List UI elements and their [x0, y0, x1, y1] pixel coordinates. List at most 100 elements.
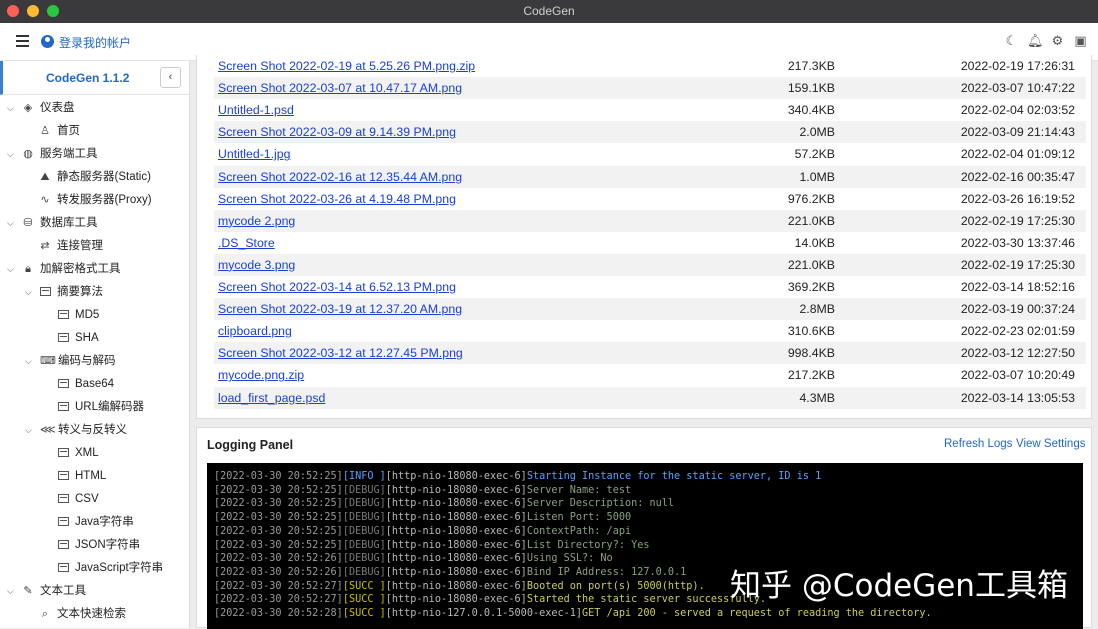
nav-label: 加解密格式工具: [40, 263, 121, 275]
panel-icon[interactable]: ▣: [1073, 33, 1088, 48]
nav-label: 连接管理: [57, 240, 103, 252]
file-link[interactable]: load_first_page.psd: [218, 387, 325, 409]
file-link[interactable]: .DS_Store: [218, 232, 275, 254]
log-time: [2022-03-30 20:52:26]: [214, 566, 343, 578]
file-size: 4.3MB: [799, 390, 835, 405]
nav-group-database-tools[interactable]: ⌵ ⛁ 数据库工具: [7, 214, 98, 232]
nav-label: 编码与解码: [58, 355, 116, 367]
file-link[interactable]: Untitled-1.jpg: [218, 143, 290, 165]
table-row: mycode.png.zip 217.2KB 2022-03-07 10:20:49: [214, 364, 1086, 386]
nav-item-text-search[interactable]: ⌕ 文本快速检索: [39, 605, 126, 623]
log-level: [INFO ]: [342, 471, 386, 482]
window-title: CodeGen: [523, 4, 575, 18]
file-size: 1.0MB: [799, 169, 835, 184]
table-row: mycode 2.png 221.0KB 2022-02-19 17:25:30: [214, 209, 1086, 232]
file-link[interactable]: Screen Shot 2022-03-19 at 12.37.20 AM.pn…: [218, 298, 462, 320]
nav-label: 服务端工具: [40, 148, 98, 160]
account-icon[interactable]: [41, 35, 54, 48]
nav-item-html[interactable]: HTML: [58, 467, 106, 485]
table-row: load_first_page.psd 4.3MB 2022-03-14 13:05…: [214, 386, 1086, 409]
nav-group-server-tools[interactable]: ⌵ ◍ 服务端工具: [7, 145, 98, 163]
file-size: 2.0MB: [799, 125, 835, 140]
nav-group-dashboard[interactable]: ⌵ ◈ 仪表盘: [7, 99, 75, 117]
file-link[interactable]: mycode.png.zip: [218, 364, 304, 386]
search-icon: ⌕: [41, 608, 49, 620]
nav-item-static-server[interactable]: ⛰︎ 静态服务器(Static): [39, 168, 151, 186]
log-time: [2022-03-30 20:52:27]: [214, 580, 343, 592]
file-modified: 2022-03-19 00:37:24: [960, 302, 1075, 317]
view-settings-link[interactable]: View Settings: [1016, 438, 1085, 450]
refresh-logs-link[interactable]: Refresh Logs: [944, 438, 1012, 450]
zoom-window-button[interactable]: [47, 5, 59, 17]
nav-item-connections[interactable]: ⇄ 连接管理: [39, 237, 103, 255]
file-link[interactable]: mycode 3.png: [218, 254, 295, 276]
file-link[interactable]: Screen Shot 2022-02-16 at 12.35.44 AM.pn…: [218, 166, 462, 188]
window-titlebar: CodeGen: [0, 0, 1098, 23]
gear-icon[interactable]: ⚙: [1050, 33, 1065, 48]
nav-item-csv[interactable]: CSV: [58, 490, 99, 508]
chevron-down-icon: ⌵: [25, 425, 32, 435]
nav-label: URL编解码器: [75, 401, 145, 413]
file-link[interactable]: Screen Shot 2022-03-14 at 6.52.13 PM.png: [218, 276, 456, 298]
log-thread: [http-nio-18080-exec-6]: [385, 471, 527, 482]
file-link[interactable]: Screen Shot 2022-03-12 at 12.27.45 PM.pn…: [218, 342, 463, 364]
file-link[interactable]: Screen Shot 2022-03-07 at 10.47.17 AM.pn…: [218, 77, 462, 99]
log-thread: [http-nio-18080-exec-6]: [385, 594, 527, 606]
table-row: Screen Shot 2022-03-19 at 12.37.20 AM.pn…: [214, 298, 1086, 321]
nav-item-json-string[interactable]: JSON字符串: [58, 536, 140, 554]
log-level: [SUCC ]: [342, 608, 386, 620]
file-link[interactable]: clipboard.png: [218, 320, 292, 342]
file-modified: 2022-03-12 12:27:50: [960, 346, 1075, 361]
nav-item-java-string[interactable]: Java字符串: [58, 513, 134, 531]
nav-label: 数据库工具: [40, 217, 98, 229]
bell-icon[interactable]: 🔔︎: [1027, 33, 1044, 48]
file-link[interactable]: Untitled-1.psd: [218, 99, 294, 121]
table-row: Untitled-1.jpg 57.2KB 2022-02-04 01:09:12: [214, 143, 1086, 165]
person-icon: ♙: [40, 125, 50, 137]
nav-label: HTML: [75, 470, 107, 482]
login-link[interactable]: 登录我的帐户: [59, 34, 131, 51]
nav-label: MD5: [75, 309, 100, 321]
nav-label: Base64: [75, 378, 115, 390]
log-level: [SUCC ]: [342, 594, 386, 606]
nav-item-home[interactable]: ♙ 首页: [39, 122, 80, 140]
log-message: Starting Instance for the static server,…: [526, 471, 822, 482]
box-icon: [58, 379, 69, 389]
file-modified: 2022-03-09 21:14:43: [960, 125, 1075, 140]
nav-item-xml[interactable]: XML: [58, 444, 99, 462]
close-window-button[interactable]: [7, 5, 19, 17]
nav-group-text-tools[interactable]: ⌵ ✎ 文本工具: [7, 582, 86, 600]
nav-group-escape[interactable]: ⌵ ⋘ 转义与反转义: [25, 421, 127, 439]
table-row: Screen Shot 2022-03-14 at 6.52.13 PM.png…: [214, 276, 1086, 298]
nav-group-encoding[interactable]: ⌵ ⌨ 编码与解码: [25, 352, 116, 370]
nav-label: XML: [75, 447, 99, 459]
file-modified: 2022-03-30 13:37:46: [960, 235, 1075, 250]
menu-icon[interactable]: [16, 35, 29, 47]
file-size: 369.2KB: [787, 280, 835, 294]
nav-item-sha[interactable]: SHA: [58, 329, 99, 347]
nav-group-digest[interactable]: ⌵ 摘要算法: [25, 283, 103, 301]
file-link[interactable]: Screen Shot 2022-02-19 at 5.25.26 PM.png…: [218, 55, 475, 77]
file-size: 159.1KB: [787, 81, 835, 96]
moon-icon[interactable]: ☾: [1004, 33, 1019, 48]
nav-item-url-codec[interactable]: URL编解码器: [58, 398, 144, 416]
file-size: 998.4KB: [787, 346, 835, 361]
nav-item-javascript-string[interactable]: JavaScript字符串: [58, 559, 163, 577]
log-message: Using SSL?: No: [526, 553, 613, 565]
minimize-window-button[interactable]: [27, 5, 39, 17]
nav-item-proxy-server[interactable]: ∿ 转发服务器(Proxy): [39, 191, 151, 209]
log-level: [DEBUG]: [342, 566, 386, 578]
file-link[interactable]: Screen Shot 2022-03-09 at 9.14.39 PM.png: [218, 121, 456, 143]
collapse-sidebar-button[interactable]: ‹: [160, 67, 181, 88]
file-link[interactable]: Screen Shot 2022-03-26 at 4.19.48 PM.png: [218, 188, 456, 210]
log-time: [2022-03-30 20:52:28]: [214, 608, 343, 620]
nav-item-base64[interactable]: Base64: [58, 375, 114, 393]
log-thread: [http-nio-18080-exec-6]: [385, 566, 527, 578]
file-link[interactable]: mycode 2.png: [218, 210, 295, 232]
nav-item-md5[interactable]: MD5: [58, 306, 99, 324]
nav-group-crypto-tools[interactable]: ⌵ 🔒︎ 加解密格式工具: [7, 260, 121, 278]
chevron-down-icon: ⌵: [25, 287, 32, 297]
sidebar: CodeGen 1.1.2 ‹ ⌵ ◈ 仪表盘 ♙ 首页 ⌵ ◍ 服务端工具 ⛰︎ 静态服务…: [0, 61, 190, 628]
chevron-down-icon: ⌵: [7, 264, 14, 274]
database-icon: ⛁: [23, 217, 33, 229]
